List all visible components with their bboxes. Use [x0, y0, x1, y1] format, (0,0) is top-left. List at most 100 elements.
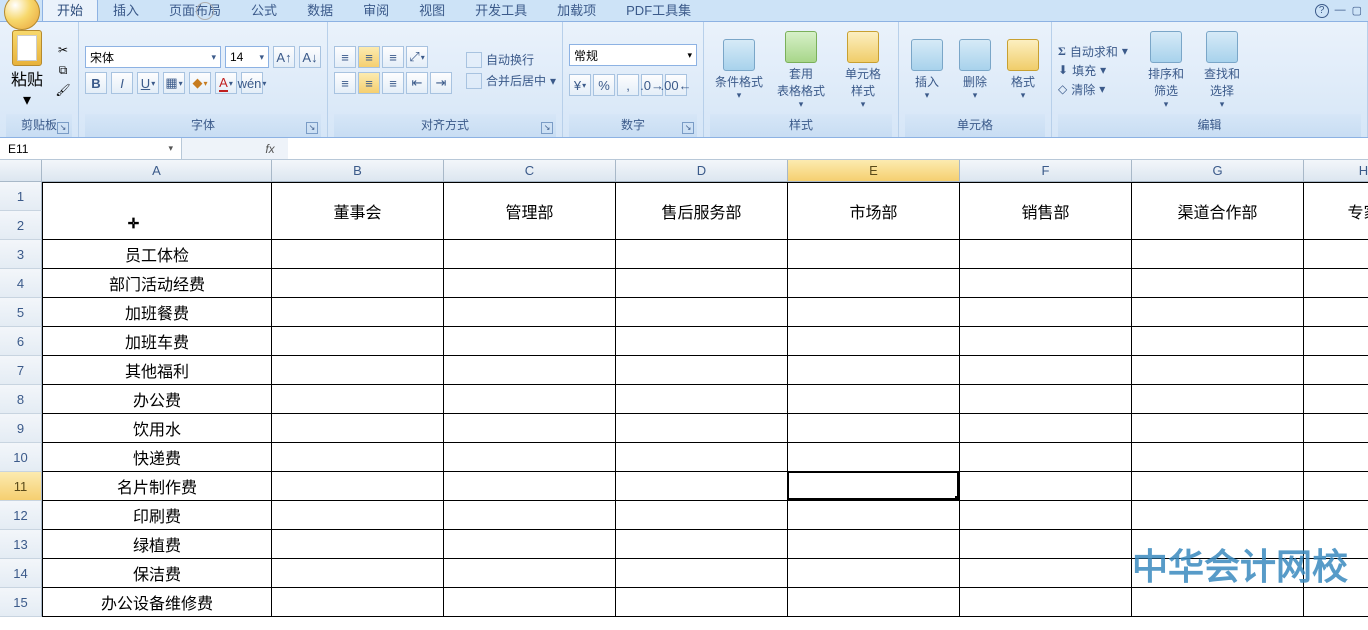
cell[interactable] — [444, 588, 616, 617]
cell[interactable] — [272, 414, 444, 443]
name-box[interactable]: E11▾ — [0, 138, 182, 159]
tab-dev[interactable]: 开发工具 — [460, 0, 542, 21]
cell[interactable]: 饮用水 — [42, 414, 272, 443]
number-format-combo[interactable]: 常规▾ — [569, 44, 697, 66]
header-cell[interactable]: 专家 — [1304, 182, 1368, 240]
cell[interactable] — [788, 356, 960, 385]
underline-button[interactable]: U▾ — [137, 72, 159, 94]
cell[interactable] — [272, 501, 444, 530]
col-header-E[interactable]: E — [788, 160, 960, 182]
cell[interactable] — [788, 472, 960, 501]
row-header-9[interactable]: 9 — [0, 414, 42, 443]
increase-indent-button[interactable]: ⇥ — [430, 72, 452, 94]
cell[interactable] — [444, 443, 616, 472]
cell[interactable] — [960, 240, 1132, 269]
cell[interactable] — [1132, 269, 1304, 298]
currency-button[interactable]: ¥▾ — [569, 74, 591, 96]
dialog-launcher-icon[interactable]: ↘ — [682, 122, 694, 134]
merge-center-button[interactable]: 合并后居中▾ — [466, 72, 556, 89]
cell[interactable] — [1132, 414, 1304, 443]
cell[interactable] — [1304, 327, 1368, 356]
cell[interactable] — [960, 443, 1132, 472]
format-as-table-button[interactable]: 套用 表格格式▾ — [772, 29, 830, 112]
cell[interactable] — [1304, 472, 1368, 501]
cell[interactable] — [272, 443, 444, 472]
dialog-launcher-icon[interactable]: ↘ — [306, 122, 318, 134]
cell[interactable] — [272, 588, 444, 617]
cell[interactable] — [616, 240, 788, 269]
cell[interactable]: 快递费 — [42, 443, 272, 472]
decrease-decimal-button[interactable]: .00← — [665, 74, 687, 96]
col-header-A[interactable]: A — [42, 160, 272, 182]
percent-button[interactable]: % — [593, 74, 615, 96]
tab-pdf[interactable]: PDF工具集 — [611, 0, 706, 21]
cell[interactable] — [960, 385, 1132, 414]
cell[interactable]: 名片制作费 — [42, 472, 272, 501]
cut-button[interactable]: ✂ — [54, 41, 72, 59]
align-right-button[interactable]: ≡ — [382, 72, 404, 94]
cell[interactable] — [788, 327, 960, 356]
col-header-H[interactable]: H — [1304, 160, 1368, 182]
cell[interactable] — [1304, 443, 1368, 472]
cell[interactable] — [616, 530, 788, 559]
cell[interactable] — [1132, 443, 1304, 472]
cell[interactable] — [960, 472, 1132, 501]
col-header-G[interactable]: G — [1132, 160, 1304, 182]
tab-review[interactable]: 审阅 — [348, 0, 404, 21]
col-header-F[interactable]: F — [960, 160, 1132, 182]
select-all-corner[interactable] — [0, 160, 42, 182]
cell[interactable] — [616, 327, 788, 356]
header-cell[interactable]: 销售部 — [960, 182, 1132, 240]
cell[interactable] — [1132, 240, 1304, 269]
help-icon[interactable]: ? — [1315, 4, 1329, 18]
cell[interactable] — [272, 327, 444, 356]
row-header-1[interactable]: 1 — [0, 182, 42, 211]
tab-view[interactable]: 视图 — [404, 0, 460, 21]
cell[interactable] — [788, 443, 960, 472]
cell[interactable] — [1304, 269, 1368, 298]
cell[interactable]: 绿植费 — [42, 530, 272, 559]
cell[interactable] — [616, 443, 788, 472]
cell[interactable] — [960, 559, 1132, 588]
row-header-8[interactable]: 8 — [0, 385, 42, 414]
cell[interactable] — [444, 530, 616, 559]
phonetic-button[interactable]: wén▾ — [241, 72, 263, 94]
row-header-6[interactable]: 6 — [0, 327, 42, 356]
align-bottom-button[interactable]: ≡ — [382, 46, 404, 68]
cell[interactable] — [272, 472, 444, 501]
cell[interactable] — [1304, 588, 1368, 617]
cell[interactable] — [444, 356, 616, 385]
italic-button[interactable]: I — [111, 72, 133, 94]
cell[interactable] — [1304, 298, 1368, 327]
cell[interactable] — [444, 501, 616, 530]
cell[interactable] — [1304, 501, 1368, 530]
row-header-3[interactable]: 3 — [0, 240, 42, 269]
dialog-launcher-icon[interactable]: ↘ — [541, 122, 553, 134]
row-header-4[interactable]: 4 — [0, 269, 42, 298]
cell[interactable] — [960, 298, 1132, 327]
cell-styles-button[interactable]: 单元格 样式▾ — [834, 29, 892, 112]
cell[interactable] — [960, 588, 1132, 617]
font-color-button[interactable]: A▾ — [215, 72, 237, 94]
cell[interactable] — [616, 356, 788, 385]
col-header-B[interactable]: B — [272, 160, 444, 182]
tab-data[interactable]: 数据 — [292, 0, 348, 21]
row-header-13[interactable]: 13 — [0, 530, 42, 559]
align-top-button[interactable]: ≡ — [334, 46, 356, 68]
align-left-button[interactable]: ≡ — [334, 72, 356, 94]
cell[interactable]: 加班车费 — [42, 327, 272, 356]
tab-addin[interactable]: 加载项 — [542, 0, 611, 21]
cell[interactable] — [960, 327, 1132, 356]
cell[interactable] — [1132, 356, 1304, 385]
cell[interactable] — [960, 501, 1132, 530]
cell[interactable] — [788, 530, 960, 559]
cell[interactable] — [616, 559, 788, 588]
orientation-button[interactable]: ⤢▾ — [406, 46, 428, 68]
header-cell[interactable]: 渠道合作部 — [1132, 182, 1304, 240]
cell[interactable] — [616, 472, 788, 501]
cell[interactable] — [444, 327, 616, 356]
row-header-2[interactable]: 2 — [0, 211, 42, 240]
cell[interactable] — [788, 269, 960, 298]
row-header-11[interactable]: 11 — [0, 472, 42, 501]
cell[interactable] — [444, 472, 616, 501]
